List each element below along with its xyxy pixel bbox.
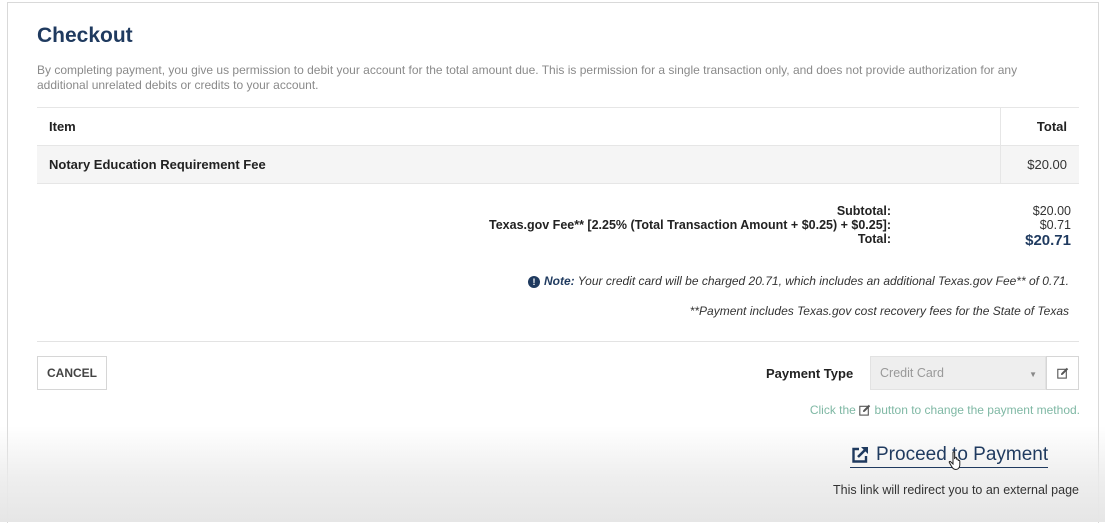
fee-row: Texas.gov Fee** [2.25% (Total Transactio…: [37, 218, 1071, 232]
permission-text: By completing payment, you give us permi…: [37, 63, 1018, 92]
column-header-item: Item: [37, 107, 1001, 146]
total-row: Total: $20.71: [37, 232, 1071, 250]
total-value: $20.71: [1025, 232, 1071, 249]
note-text: Your credit card will be charged 20.71, …: [574, 274, 1069, 288]
divider: [37, 341, 1079, 342]
caret-down-icon: ▼: [1029, 370, 1037, 379]
bottom-shade: [0, 426, 1105, 522]
item-name: Notary Education Requirement Fee: [37, 145, 1001, 184]
edit-payment-button[interactable]: [1046, 356, 1079, 390]
subtotal-row: Subtotal: $20.00: [37, 204, 1071, 218]
total-label: Total:: [857, 232, 891, 246]
fee-label: Texas.gov Fee** [2.25% (Total Transactio…: [489, 218, 891, 232]
order-summary: Subtotal: $20.00 Texas.gov Fee** [2.25% …: [37, 204, 1071, 250]
edit-pencil-icon: [1056, 367, 1068, 379]
edit-pencil-icon: [859, 404, 871, 416]
fee-footnote: **Payment includes Texas.gov cost recove…: [689, 304, 1069, 318]
item-total: $20.00: [1000, 145, 1079, 184]
column-header-total: Total: [1000, 107, 1079, 146]
page-title: Checkout: [37, 24, 133, 47]
hand-pointer-icon: [948, 451, 961, 471]
payment-type-select[interactable]: Credit Card ▼: [870, 356, 1046, 390]
fee-value: $0.71: [1039, 218, 1071, 232]
table-row: Notary Education Requirement Fee $20.00: [37, 145, 1079, 184]
payment-method-hint: Click the button to change the payment m…: [810, 403, 1080, 417]
info-circle-icon: !: [528, 276, 541, 288]
redirect-notice: This link will redirect you to an extern…: [833, 483, 1079, 497]
payment-type-label: Payment Type: [766, 366, 854, 381]
hint-suffix: button to change the payment method.: [871, 403, 1080, 417]
note-label: Note:: [544, 274, 575, 288]
subtotal-label: Subtotal:: [836, 204, 891, 218]
table-header-row: Item Total: [37, 107, 1079, 146]
subtotal-value: $20.00: [1032, 204, 1071, 218]
external-link-icon: [852, 447, 868, 463]
charge-note: ! Note: Your credit card will be charged …: [528, 274, 1069, 288]
items-table: Item Total Notary Education Requirement …: [37, 107, 1079, 184]
payment-type-value: Credit Card: [880, 366, 944, 380]
hint-prefix: Click the: [809, 403, 860, 417]
cancel-button[interactable]: CANCEL: [37, 356, 107, 390]
